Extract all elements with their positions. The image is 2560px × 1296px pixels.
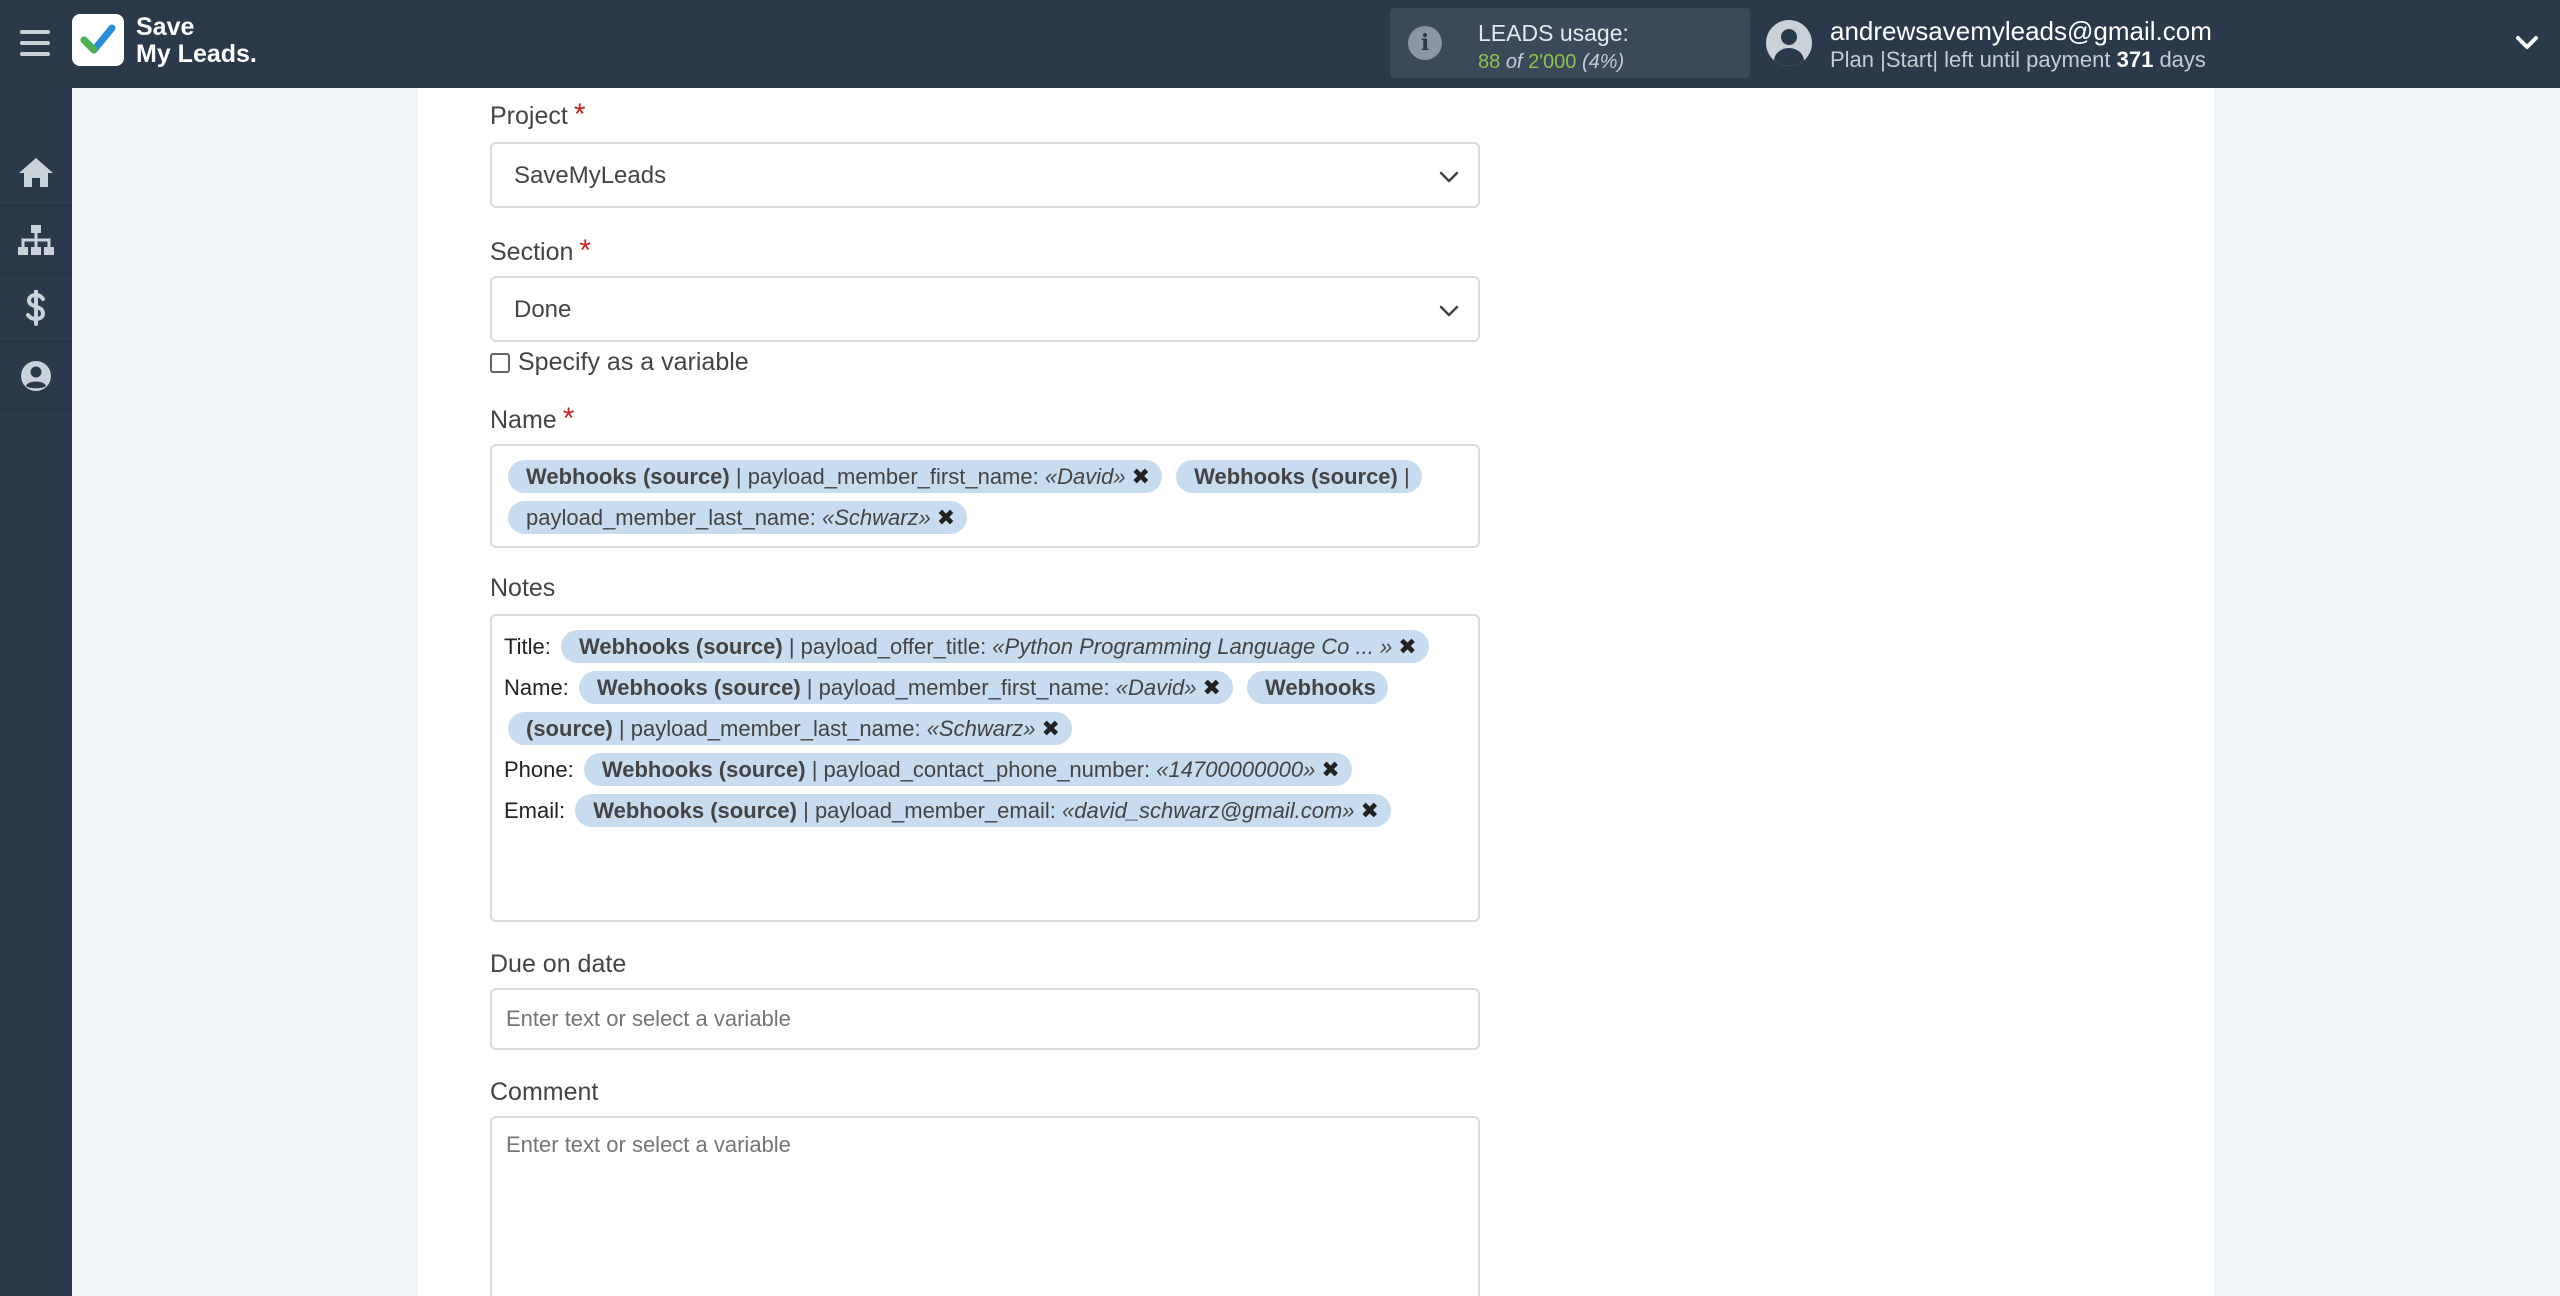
usage-total: 2'000 — [1528, 51, 1577, 73]
usage-used: 88 — [1478, 51, 1501, 73]
sitemap-icon — [18, 224, 54, 255]
due-date-input[interactable] — [490, 988, 1480, 1050]
variable-tag[interactable]: Webhooks (source) | payload_member_first… — [508, 460, 1162, 493]
sidebar-item-billing[interactable] — [0, 274, 72, 342]
notes-row-label: Email: — [504, 798, 566, 823]
remove-tag-icon[interactable]: ✖ — [1361, 798, 1379, 823]
variable-tag[interactable]: Webhooks (source) | payload_member_first… — [578, 671, 1233, 704]
user-email[interactable]: andrewsavemyleads@gmail.com — [1830, 16, 2212, 47]
logo-icon[interactable] — [72, 14, 124, 66]
remove-tag-icon[interactable]: ✖ — [1132, 464, 1150, 489]
logo-line-2: My Leads. — [136, 40, 257, 68]
sidebar-item-connections[interactable] — [0, 206, 72, 274]
usage-percent: (4%) — [1581, 51, 1625, 73]
remove-tag-icon[interactable]: ✖ — [1398, 634, 1416, 659]
name-field[interactable]: Webhooks (source) | payload_member_first… — [490, 444, 1480, 548]
sidebar-item-account[interactable] — [0, 342, 72, 410]
remove-tag-icon[interactable]: ✖ — [1042, 716, 1060, 741]
variable-tag[interactable]: Webhooks (source) | payload_contact_phon… — [583, 753, 1352, 786]
notes-row-label: Title: — [504, 634, 551, 659]
project-value: SaveMyLeads — [514, 162, 667, 189]
notes-row-label: Name: — [504, 675, 569, 700]
remove-tag-icon[interactable]: ✖ — [1321, 757, 1339, 782]
name-label-text: Name — [490, 406, 557, 434]
info-icon: i — [1408, 26, 1442, 60]
menu-icon[interactable] — [18, 26, 52, 60]
remove-tag-icon[interactable]: ✖ — [937, 505, 955, 530]
specify-variable-row: Specify as a variable — [490, 348, 749, 377]
notes-row-email: Email: Webhooks (source) | payload_membe… — [504, 790, 1466, 831]
notes-row-name: Name: Webhooks (source) | payload_member… — [504, 667, 1466, 749]
logo-text[interactable]: Save My Leads. — [136, 14, 257, 68]
specify-variable-label[interactable]: Specify as a variable — [518, 348, 749, 377]
chevron-down-icon — [1439, 171, 1459, 183]
sidebar-item-home[interactable] — [0, 138, 72, 206]
home-icon — [19, 157, 53, 187]
top-bar: Save My Leads. i LEADS usage: 88 of 2'00… — [0, 0, 2560, 88]
section-label: Section * — [490, 234, 591, 268]
required-mark: * — [573, 98, 586, 131]
section-value: Done — [514, 296, 572, 323]
main-content: Project * SaveMyLeads Section * Done Speci… — [418, 88, 2214, 1296]
plan-days: 371 — [2116, 47, 2154, 72]
leads-usage-panel: i LEADS usage: 88 of 2'000 (4%) — [1390, 8, 1750, 78]
usage-of: of — [1505, 51, 1523, 73]
notes-row-title: Title: Webhooks (source) | payload_offer… — [504, 626, 1466, 667]
required-mark: * — [579, 234, 592, 267]
variable-tag[interactable]: Webhooks (source) | payload_offer_title:… — [560, 630, 1429, 663]
due-date-label: Due on date — [490, 950, 627, 978]
notes-field[interactable]: Title: Webhooks (source) | payload_offer… — [490, 614, 1480, 922]
notes-row-label: Phone: — [504, 757, 574, 782]
plan-info: Plan |Start| left until payment 371 days — [1830, 47, 2206, 73]
usage-label: LEADS usage: — [1478, 20, 1629, 46]
usage-value: 88 of 2'000 (4%) — [1478, 51, 1624, 74]
variable-tag[interactable]: Webhooks (source) | payload_member_email… — [575, 794, 1391, 827]
comment-textarea[interactable] — [490, 1116, 1480, 1296]
notes-label: Notes — [490, 574, 556, 602]
plan-text: Plan |Start| left until payment — [1830, 47, 2111, 72]
sidebar — [0, 88, 72, 1296]
specify-variable-checkbox[interactable] — [490, 352, 510, 373]
remove-tag-icon[interactable]: ✖ — [1202, 675, 1220, 700]
logo-line-1: Save — [136, 13, 195, 41]
project-select[interactable]: SaveMyLeads — [490, 142, 1480, 208]
chevron-down-icon — [1439, 305, 1459, 317]
project-label-text: Project — [490, 102, 568, 130]
notes-row-phone: Phone: Webhooks (source) | payload_conta… — [504, 749, 1466, 790]
comment-label: Comment — [490, 1078, 599, 1106]
section-label-text: Section — [490, 238, 574, 266]
dollar-icon — [26, 289, 46, 326]
name-label: Name * — [490, 402, 574, 436]
required-mark: * — [562, 402, 575, 435]
plan-days-unit: days — [2159, 47, 2206, 72]
chevron-down-icon[interactable] — [2512, 28, 2542, 58]
user-icon — [21, 360, 51, 391]
project-label: Project * — [490, 98, 586, 132]
avatar[interactable] — [1766, 20, 1812, 66]
section-select[interactable]: Done — [490, 276, 1480, 342]
